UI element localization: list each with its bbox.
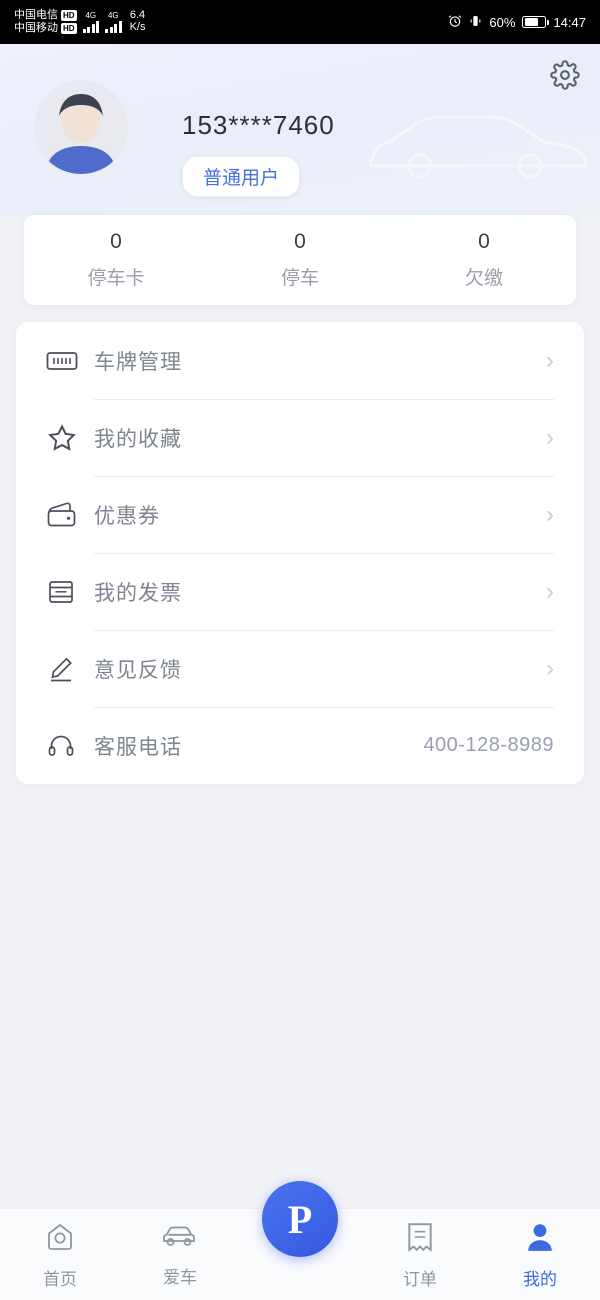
car-outline-icon [362, 104, 592, 189]
carrier-info: 中国电信 HD 中国移动 HD [14, 9, 77, 34]
app-screen: 中国电信 HD 中国移动 HD 4G 4G 6.4 K/s 60% 14:47 … [0, 0, 600, 1300]
stat-label: 停车 [280, 268, 319, 289]
menu-item-label: 车牌管理 [94, 350, 182, 374]
user-avatar[interactable] [34, 80, 128, 174]
tab-orders[interactable]: 订单 [360, 1209, 480, 1290]
status-bar-right: 60% 14:47 [448, 14, 586, 31]
menu-item-label: 客服电话 [94, 735, 182, 759]
carrier-1-hd-badge: HD [61, 10, 77, 22]
stat-label: 欠缴 [464, 268, 503, 289]
vibrate-icon [469, 14, 482, 31]
carrier-2-hd-badge: HD [61, 22, 77, 34]
signal-bars-2-icon [105, 20, 122, 33]
tab-my-car[interactable]: 爱车 [120, 1209, 240, 1288]
stat-value: 0 [294, 230, 306, 253]
chevron-right-icon: › [546, 346, 554, 374]
service-phone-number: 400-128-8989 [423, 734, 554, 756]
headset-icon [46, 732, 94, 760]
status-bar: 中国电信 HD 中国移动 HD 4G 4G 6.4 K/s 60% 14:47 [0, 0, 600, 44]
network-speed: 6.4 K/s [130, 10, 146, 33]
car-icon [161, 1221, 199, 1256]
chevron-right-icon: › [546, 500, 554, 528]
chevron-right-icon: › [546, 423, 554, 451]
status-bar-left: 中国电信 HD 中国移动 HD 4G 4G 6.4 K/s [14, 9, 145, 34]
menu-item-plate-management[interactable]: 车牌管理 › [46, 322, 554, 399]
menu-item-invoices[interactable]: 我的发票 › [46, 553, 554, 630]
user-phone-number: 153****7460 [182, 110, 335, 140]
pencil-icon [46, 655, 94, 683]
stat-parking-card[interactable]: 0 停车卡 [24, 215, 208, 305]
stat-parking[interactable]: 0 停车 [208, 215, 392, 305]
menu-item-coupons[interactable]: 优惠券 › [46, 476, 554, 553]
menu-item-label: 我的收藏 [94, 427, 182, 451]
order-icon [404, 1221, 436, 1258]
network-speed-unit: K/s [129, 21, 146, 33]
tab-label: 我的 [523, 1270, 557, 1289]
user-level-badge[interactable]: 普通用户 [182, 156, 301, 197]
chevron-right-icon: › [546, 577, 554, 605]
signal-1: 4G [82, 10, 100, 33]
invoice-icon [46, 578, 94, 606]
settings-gear-icon[interactable] [550, 60, 580, 90]
tab-mine[interactable]: 我的 [480, 1209, 600, 1290]
bottom-tab-bar: 首页 爱车 P 订单 我的 [0, 1181, 600, 1300]
tab-home[interactable]: 首页 [0, 1209, 120, 1290]
menu-item-service-phone[interactable]: 客服电话 400-128-8989 [46, 707, 554, 784]
stats-card: 0 停车卡 0 停车 0 欠缴 [24, 215, 576, 305]
signal-2: 4G [105, 10, 122, 33]
chevron-right-icon: › [546, 654, 554, 682]
license-plate-icon [46, 349, 94, 373]
alarm-clock-icon [448, 14, 462, 31]
signal-bars-1-icon [82, 20, 100, 33]
home-icon [43, 1221, 77, 1258]
tab-label: 爱车 [163, 1268, 197, 1287]
carrier-1-label: 中国电信 [14, 9, 58, 22]
stat-value: 0 [478, 230, 490, 253]
stat-arrears[interactable]: 0 欠缴 [392, 215, 576, 305]
profile-header: 153****7460 普通用户 [0, 44, 600, 216]
star-icon [46, 423, 94, 453]
battery-percent-label: 60% [489, 14, 516, 30]
menu-card: 车牌管理 › 我的收藏 › 优惠券 › 我的发票 › 意见反馈 › 客服电话 4… [16, 322, 584, 784]
network-1-label: 4G [85, 10, 97, 20]
parking-fab-icon[interactable]: P [262, 1181, 338, 1257]
menu-item-favorites[interactable]: 我的收藏 › [46, 399, 554, 476]
network-2-label: 4G [107, 10, 119, 20]
person-icon [524, 1221, 556, 1258]
tab-label: 订单 [403, 1270, 437, 1289]
clock-label: 14:47 [553, 14, 586, 30]
stat-label: 停车卡 [87, 268, 145, 289]
menu-item-feedback[interactable]: 意见反馈 › [46, 630, 554, 707]
menu-item-label: 我的发票 [94, 581, 182, 605]
battery-icon [522, 16, 549, 28]
menu-item-label: 意见反馈 [94, 658, 182, 682]
menu-item-label: 优惠券 [94, 504, 160, 528]
tab-parking-fab-slot: P [240, 1181, 360, 1257]
stat-value: 0 [110, 230, 122, 253]
tab-label: 首页 [43, 1270, 77, 1289]
wallet-icon [46, 501, 94, 528]
carrier-2-label: 中国移动 [14, 22, 58, 34]
